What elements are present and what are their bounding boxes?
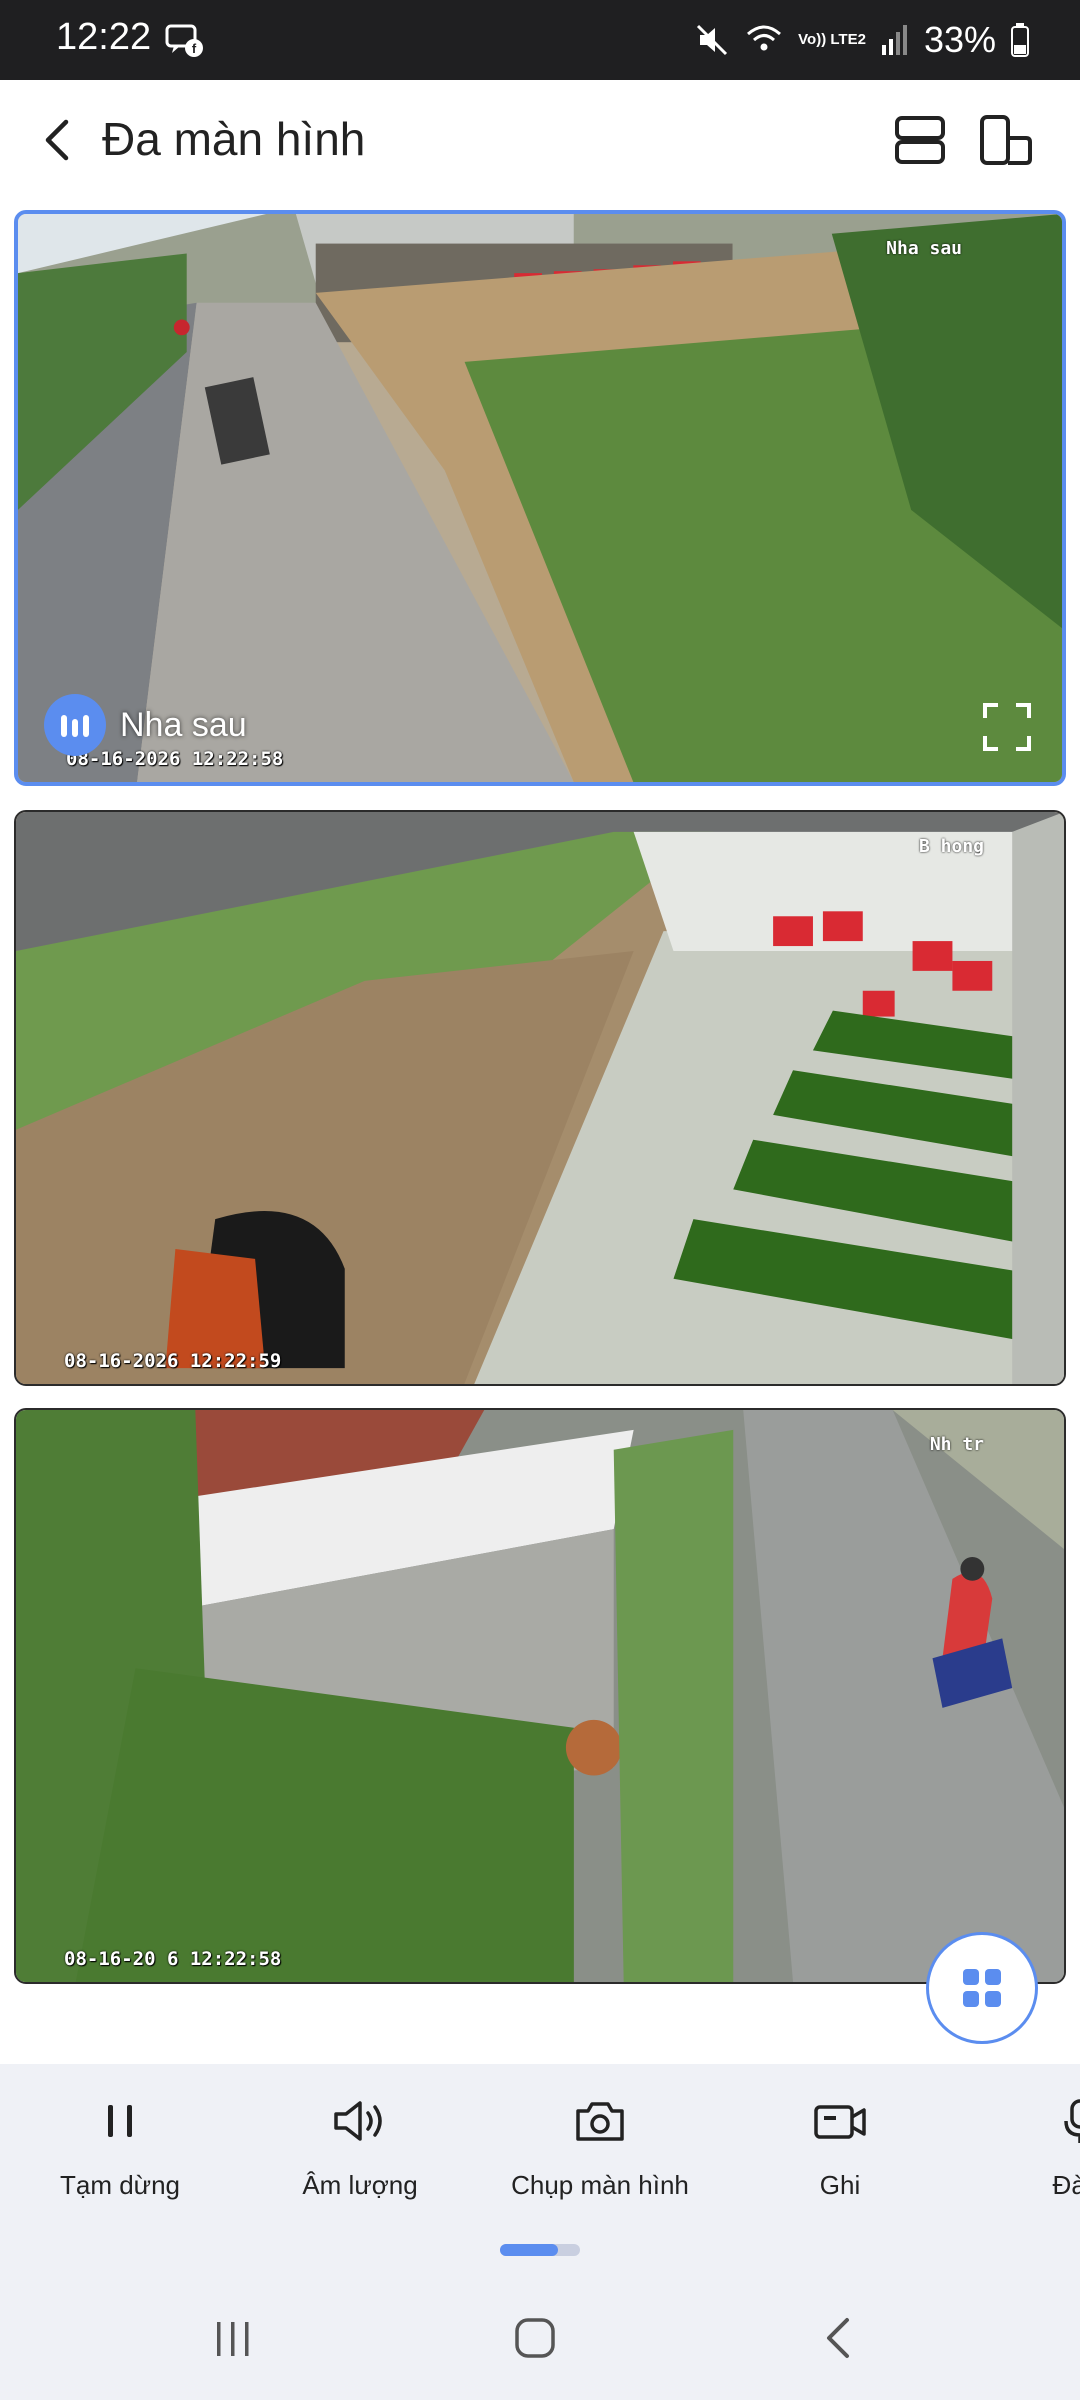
toolbar-page-indicator xyxy=(500,2244,580,2256)
network-type: Vo)) LTE2 xyxy=(798,31,866,48)
svg-text:f: f xyxy=(192,41,197,56)
system-navbar xyxy=(0,2276,1080,2400)
audio-bars-icon xyxy=(61,715,89,737)
grid-icon xyxy=(963,1969,1001,2007)
camera-timestamp: 08-16-20 6 12:22:58 xyxy=(64,1948,282,1970)
talk-label: Đàm xyxy=(1052,2170,1080,2200)
microphone-icon xyxy=(1064,2099,1080,2143)
camera-osd-name: Nh tr xyxy=(929,1434,984,1455)
recent-apps-icon xyxy=(217,2322,249,2356)
chat-icon: f xyxy=(165,24,203,57)
home-icon xyxy=(515,2318,555,2358)
screenshot-button[interactable]: Chụp màn hình xyxy=(490,2086,710,2201)
pause-label: Tạm dừng xyxy=(59,2170,180,2200)
pause-icon xyxy=(108,2105,132,2137)
status-bar: 12:22 f Vo)) LTE2 33% xyxy=(0,0,1080,80)
talk-button[interactable]: Đàm xyxy=(970,2086,1080,2201)
chevron-left-icon xyxy=(45,119,69,161)
camera-tile-nha-sau[interactable]: Nha sau 08-16-2026 12:22:58 Nha sau xyxy=(14,210,1066,786)
screenshot-label: Chụp màn hình xyxy=(511,2170,689,2200)
camera-label: Nha sau xyxy=(44,694,247,756)
camera-icon xyxy=(576,2102,624,2141)
back-icon xyxy=(827,2318,849,2358)
volume-button[interactable]: Âm lượng xyxy=(250,2086,470,2201)
layout-stacked-button[interactable] xyxy=(886,106,954,174)
system-back-button[interactable] xyxy=(804,2306,874,2370)
battery-percent: 33% xyxy=(923,19,996,60)
record-label: Ghi xyxy=(819,2170,861,2200)
page-indicator-fill xyxy=(500,2244,558,2256)
signal-icon xyxy=(881,25,907,55)
wifi-icon xyxy=(747,25,782,51)
camera-osd-name: Nha sau xyxy=(886,238,962,259)
back-button[interactable] xyxy=(28,102,88,178)
app-header: Đa màn hình xyxy=(0,80,1080,200)
volume-icon xyxy=(334,2101,382,2141)
page-title: Đa màn hình xyxy=(102,113,366,165)
battery-icon xyxy=(1011,23,1029,57)
grid-toggle-button[interactable] xyxy=(926,1932,1038,2044)
split-horizontal-icon xyxy=(980,115,1032,165)
camera-tile-b-hong[interactable]: B hong 08-16-2026 12:22:59 xyxy=(14,810,1066,1386)
layout-side-button[interactable] xyxy=(972,106,1040,174)
mute-icon xyxy=(697,24,728,56)
split-vertical-icon xyxy=(895,116,945,164)
camera-osd-name: B hong xyxy=(918,836,984,857)
control-toolbar: Tạm dừng Âm lượng Chụp màn hình Ghi Đà xyxy=(0,2064,1080,2276)
camera-timestamp: 08-16-2026 12:22:59 xyxy=(64,1350,282,1372)
volume-label: Âm lượng xyxy=(302,2170,418,2200)
camera-tile-nh-tr[interactable]: Nh tr 08-16-20 6 12:22:58 xyxy=(14,1408,1066,1984)
recent-apps-button[interactable] xyxy=(198,2306,268,2370)
camera-feed xyxy=(16,1410,1064,1982)
audio-indicator[interactable] xyxy=(44,694,106,756)
camera-feed xyxy=(16,812,1064,1384)
status-time: 12:22 xyxy=(56,16,152,58)
camera-name: Nha sau xyxy=(120,705,247,744)
pause-button[interactable]: Tạm dừng xyxy=(10,2086,230,2201)
home-button[interactable] xyxy=(500,2306,570,2370)
record-button[interactable]: Ghi xyxy=(730,2086,950,2201)
fullscreen-icon[interactable] xyxy=(982,702,1032,752)
video-record-icon xyxy=(814,2105,866,2139)
